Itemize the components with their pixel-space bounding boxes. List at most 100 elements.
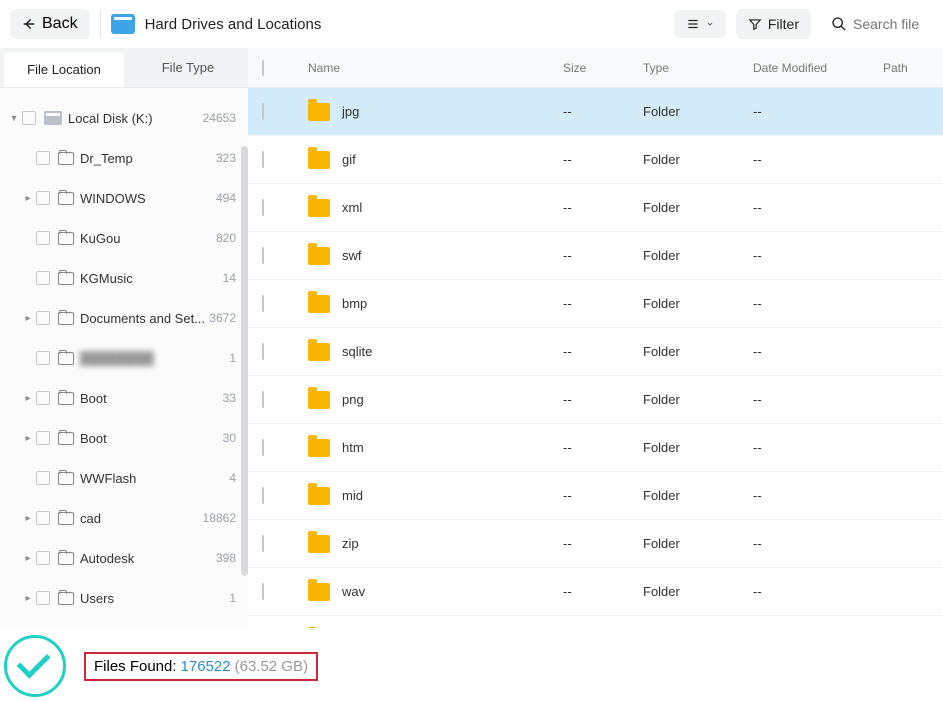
file-row[interactable]: wav--Folder--: [248, 568, 943, 616]
file-row[interactable]: png--Folder--: [248, 376, 943, 424]
row-checkbox[interactable]: [262, 247, 264, 264]
row-size: --: [563, 296, 643, 311]
folder-icon: [308, 487, 330, 505]
row-date: --: [753, 152, 883, 167]
tree-item[interactable]: Dr_Temp323: [0, 138, 248, 178]
tree-count: 1: [229, 351, 236, 365]
tree-item[interactable]: ████████1: [0, 338, 248, 378]
row-checkbox[interactable]: [262, 103, 264, 120]
row-name: sqlite: [342, 344, 372, 359]
tree-item[interactable]: ▸Autodesk398: [0, 538, 248, 578]
checkbox[interactable]: [36, 231, 50, 245]
row-size: --: [563, 152, 643, 167]
found-count: 176522: [181, 658, 231, 675]
tree-item[interactable]: WWFlash4: [0, 458, 248, 498]
arrow-left-icon: [22, 17, 36, 31]
filter-icon: [748, 17, 762, 31]
checkbox[interactable]: [36, 351, 50, 365]
tree-item[interactable]: ▸Boot30: [0, 418, 248, 458]
row-name: htm: [342, 440, 364, 455]
checkbox[interactable]: [36, 551, 50, 565]
checkbox[interactable]: [36, 391, 50, 405]
row-checkbox[interactable]: [262, 487, 264, 504]
row-checkbox[interactable]: [262, 439, 264, 456]
checkbox[interactable]: [36, 271, 50, 285]
file-row[interactable]: jpg--Folder--: [248, 88, 943, 136]
back-button[interactable]: Back: [10, 9, 90, 39]
tree-item[interactable]: KGMusic14: [0, 258, 248, 298]
row-type: Folder: [643, 200, 753, 215]
files-found-box: Files Found: 176522 (63.52 GB): [84, 652, 318, 681]
filter-button[interactable]: Filter: [736, 9, 811, 39]
row-type: Folder: [643, 488, 753, 503]
file-row[interactable]: sqlite--Folder--: [248, 328, 943, 376]
tree-count: 33: [223, 391, 236, 405]
row-checkbox[interactable]: [262, 151, 264, 168]
tab-file-location[interactable]: File Location: [4, 52, 124, 87]
file-row[interactable]: xml--Folder--: [248, 184, 943, 232]
tree-item[interactable]: ▸WINDOWS494: [0, 178, 248, 218]
checkbox[interactable]: [36, 311, 50, 325]
checkbox[interactable]: [36, 591, 50, 605]
checkbox[interactable]: [36, 511, 50, 525]
tree-item[interactable]: ▸cad18862: [0, 498, 248, 538]
content-pane: Name Size Type Date Modified Path jpg--F…: [248, 48, 943, 628]
row-size: --: [563, 344, 643, 359]
expand-icon[interactable]: ▸: [20, 393, 36, 404]
row-name: zip: [342, 536, 359, 551]
view-mode-button[interactable]: [674, 10, 726, 38]
file-row[interactable]: gif--Folder--: [248, 136, 943, 184]
file-row[interactable]: mtc--Folder--: [248, 616, 943, 628]
search-box[interactable]: [821, 9, 933, 39]
tree-item[interactable]: ▸Documents and Set...3672: [0, 298, 248, 338]
folder-outline-icon: [58, 552, 74, 565]
checkbox[interactable]: [36, 431, 50, 445]
folder-icon: [308, 295, 330, 313]
collapse-icon[interactable]: ▾: [6, 113, 22, 124]
col-name[interactable]: Name: [292, 61, 563, 75]
row-size: --: [563, 392, 643, 407]
expand-icon[interactable]: ▸: [20, 313, 36, 324]
file-row[interactable]: swf--Folder--: [248, 232, 943, 280]
row-checkbox[interactable]: [262, 535, 264, 552]
folder-outline-icon: [58, 512, 74, 525]
row-checkbox[interactable]: [262, 391, 264, 408]
col-size[interactable]: Size: [563, 61, 643, 75]
expand-icon[interactable]: ▸: [20, 553, 36, 564]
divider: [100, 10, 101, 38]
col-date[interactable]: Date Modified: [753, 61, 883, 75]
row-checkbox[interactable]: [262, 343, 264, 360]
row-checkbox[interactable]: [262, 199, 264, 216]
col-type[interactable]: Type: [643, 61, 753, 75]
search-input[interactable]: [853, 16, 923, 32]
expand-icon[interactable]: ▸: [20, 513, 36, 524]
checkbox[interactable]: [36, 151, 50, 165]
col-path[interactable]: Path: [883, 61, 943, 75]
file-row[interactable]: htm--Folder--: [248, 424, 943, 472]
disk-icon: [44, 111, 62, 125]
file-row[interactable]: mid--Folder--: [248, 472, 943, 520]
row-type: Folder: [643, 440, 753, 455]
tree-label: KGMusic: [80, 271, 223, 286]
file-row[interactable]: zip--Folder--: [248, 520, 943, 568]
row-checkbox[interactable]: [262, 583, 264, 600]
tree-item[interactable]: ▸Boot33: [0, 378, 248, 418]
folder-outline-icon: [58, 232, 74, 245]
scrollbar[interactable]: [241, 146, 248, 576]
expand-icon[interactable]: ▸: [20, 433, 36, 444]
checkbox[interactable]: [36, 191, 50, 205]
tree-item[interactable]: KuGou820: [0, 218, 248, 258]
tree-root[interactable]: ▾ Local Disk (K:) 24653: [0, 98, 248, 138]
tab-file-type[interactable]: File Type: [128, 48, 248, 87]
expand-icon[interactable]: ▸: [20, 193, 36, 204]
folder-icon: [308, 583, 330, 601]
folder-outline-icon: [58, 352, 74, 365]
file-row[interactable]: bmp--Folder--: [248, 280, 943, 328]
checkbox[interactable]: [36, 471, 50, 485]
row-size: --: [563, 584, 643, 599]
expand-icon[interactable]: ▸: [20, 593, 36, 604]
checkbox[interactable]: [22, 111, 36, 125]
tree-item[interactable]: ▸Users1: [0, 578, 248, 618]
row-checkbox[interactable]: [262, 295, 264, 312]
select-all-checkbox[interactable]: [262, 60, 264, 76]
